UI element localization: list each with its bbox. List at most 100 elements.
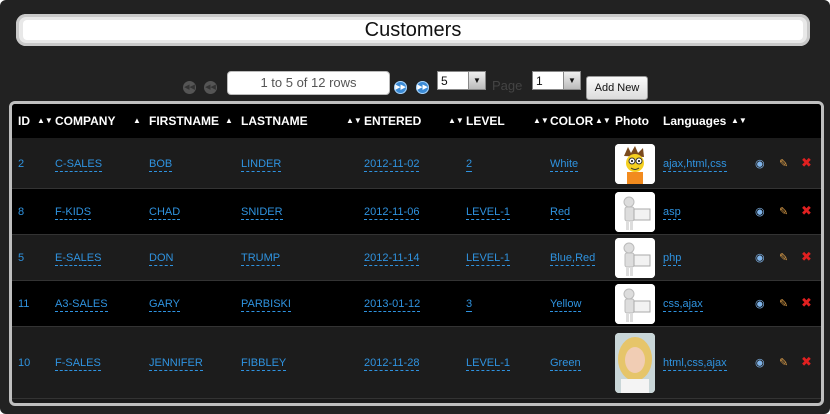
cell-company-link[interactable]: C-SALES	[55, 158, 103, 172]
cell-entered[interactable]: 2012-11-14	[364, 252, 420, 266]
column-header-color[interactable]: COLOR	[550, 104, 593, 138]
cell-lastname[interactable]: SNIDER	[241, 206, 283, 220]
cell-color[interactable]: White	[550, 158, 579, 172]
cell-entered-link[interactable]: 2013-01-12	[364, 298, 421, 312]
column-header-languages[interactable]: Languages	[663, 104, 726, 138]
cell-company-link[interactable]: E-SALES	[55, 252, 102, 266]
cell-lastname[interactable]: PARBISKI	[241, 298, 291, 312]
cell-entered[interactable]: 2012-11-02	[364, 158, 420, 172]
cell-entered[interactable]: 2013-01-12	[364, 298, 421, 312]
column-header-id[interactable]: ID	[18, 104, 30, 138]
edit-pencil-icon[interactable]: ✎	[779, 298, 788, 310]
cell-firstname-link[interactable]: CHAD	[149, 206, 181, 220]
cell-firstname[interactable]: CHAD	[149, 206, 181, 220]
cell-firstname[interactable]: GARY	[149, 298, 180, 312]
cell-firstname-link[interactable]: BOB	[149, 158, 173, 172]
cell-languages[interactable]: ajax,html,css	[663, 158, 727, 172]
cell-level-link[interactable]: LEVEL-1	[466, 206, 511, 220]
cell-level-link[interactable]: 3	[466, 298, 473, 312]
cell-languages-link[interactable]: php	[663, 252, 682, 266]
cell-entered-link[interactable]: 2012-11-14	[364, 252, 420, 266]
cell-languages-link[interactable]: html,css,ajax	[663, 357, 727, 371]
page-size-select[interactable]: 5 ▼	[437, 71, 486, 90]
cell-company[interactable]: A3-SALES	[55, 298, 108, 312]
edit-pencil-icon[interactable]: ✎	[779, 206, 788, 218]
cell-firstname[interactable]: BOB	[149, 158, 173, 172]
cell-lastname[interactable]: FIBBLEY	[241, 357, 287, 371]
column-header-company[interactable]: COMPANY	[55, 104, 115, 138]
sort-icon[interactable]: ▲▼	[731, 104, 747, 138]
view-icon[interactable]: ◉	[755, 357, 765, 369]
first-page-icon[interactable]: ◀◀	[183, 81, 196, 94]
cell-entered-link[interactable]: 2012-11-02	[364, 158, 420, 172]
cell-languages[interactable]: html,css,ajax	[663, 357, 727, 371]
cell-company[interactable]: E-SALES	[55, 252, 102, 266]
table-row[interactable]: 5 E-SALES DON TRUMP 2012-11-14 LEVEL-1 Blue,Re…	[12, 235, 821, 281]
cell-company-link[interactable]: F-KIDS	[55, 206, 92, 220]
table-row[interactable]: 11 A3-SALES GARY PARBISKI 2013-01-12 3 Yellow c…	[12, 281, 821, 327]
last-page-icon[interactable]: ▶▶	[416, 81, 429, 94]
column-header-lastname[interactable]: LASTNAME	[241, 104, 308, 138]
delete-x-icon[interactable]: ✖	[801, 251, 812, 264]
sort-icon[interactable]: ▲▼	[595, 104, 611, 138]
cell-entered-link[interactable]: 2012-11-28	[364, 357, 420, 371]
delete-x-icon[interactable]: ✖	[801, 356, 812, 369]
page-number-select[interactable]: 1 ▼	[532, 71, 581, 90]
cell-firstname[interactable]: JENNIFER	[149, 357, 203, 371]
cell-color-link[interactable]: Blue,Red	[550, 252, 596, 266]
cell-lastname-link[interactable]: PARBISKI	[241, 298, 291, 312]
cell-level[interactable]: 2	[466, 158, 473, 172]
cell-level[interactable]: LEVEL-1	[466, 206, 511, 220]
cell-level[interactable]: LEVEL-1	[466, 252, 511, 266]
cell-lastname-link[interactable]: LINDER	[241, 158, 282, 172]
column-header-level[interactable]: LEVEL	[466, 104, 505, 138]
cell-firstname[interactable]: DON	[149, 252, 174, 266]
cell-lastname-link[interactable]: FIBBLEY	[241, 357, 287, 371]
cell-level-link[interactable]: LEVEL-1	[466, 252, 511, 266]
cell-lastname-link[interactable]: TRUMP	[241, 252, 281, 266]
cell-color-link[interactable]: Red	[550, 206, 571, 220]
edit-pencil-icon[interactable]: ✎	[779, 252, 788, 264]
sort-icon[interactable]: ▲▼	[37, 104, 53, 138]
cell-company[interactable]: F-KIDS	[55, 206, 92, 220]
view-icon[interactable]: ◉	[755, 298, 765, 310]
delete-x-icon[interactable]: ✖	[801, 297, 812, 310]
view-icon[interactable]: ◉	[755, 252, 765, 264]
cell-languages-link[interactable]: css,ajax	[663, 298, 703, 312]
cell-languages-link[interactable]: asp	[663, 206, 681, 220]
sort-icon[interactable]: ▲▼	[533, 104, 549, 138]
cell-color-link[interactable]: Yellow	[550, 298, 582, 312]
cell-lastname[interactable]: TRUMP	[241, 252, 281, 266]
cell-level[interactable]: 3	[466, 298, 473, 312]
cell-color-link[interactable]: White	[550, 158, 579, 172]
cell-languages[interactable]: php	[663, 252, 682, 266]
cell-lastname-link[interactable]: SNIDER	[241, 206, 283, 220]
cell-company-link[interactable]: F-SALES	[55, 357, 101, 371]
sort-icon[interactable]: ▲▼	[346, 104, 362, 138]
cell-level-link[interactable]: 2	[466, 158, 473, 172]
next-page-icon[interactable]: ▶▶	[394, 81, 407, 94]
sort-asc-icon[interactable]: ▲	[133, 104, 141, 138]
cell-languages-link[interactable]: ajax,html,css	[663, 158, 727, 172]
cell-company-link[interactable]: A3-SALES	[55, 298, 108, 312]
cell-firstname-link[interactable]: JENNIFER	[149, 357, 203, 371]
prev-page-icon[interactable]: ◀◀	[204, 81, 217, 94]
cell-entered[interactable]: 2012-11-28	[364, 357, 420, 371]
cell-color[interactable]: Blue,Red	[550, 252, 596, 266]
cell-lastname[interactable]: LINDER	[241, 158, 282, 172]
cell-color[interactable]: Red	[550, 206, 571, 220]
edit-pencil-icon[interactable]: ✎	[779, 357, 788, 369]
table-row[interactable]: 2 C-SALES BOB LINDER 2012-11-02 2 White ajax,ht…	[12, 138, 821, 189]
cell-company[interactable]: C-SALES	[55, 158, 103, 172]
cell-color-link[interactable]: Green	[550, 357, 581, 371]
cell-languages[interactable]: css,ajax	[663, 298, 703, 312]
add-new-button[interactable]: Add New	[586, 76, 648, 100]
cell-firstname-link[interactable]: DON	[149, 252, 174, 266]
cell-company[interactable]: F-SALES	[55, 357, 101, 371]
cell-color[interactable]: Yellow	[550, 298, 582, 312]
cell-languages[interactable]: asp	[663, 206, 681, 220]
cell-entered[interactable]: 2012-11-06	[364, 206, 420, 220]
cell-level-link[interactable]: LEVEL-1	[466, 357, 511, 371]
column-header-firstname[interactable]: FIRSTNAME	[149, 104, 219, 138]
view-icon[interactable]: ◉	[755, 158, 765, 170]
